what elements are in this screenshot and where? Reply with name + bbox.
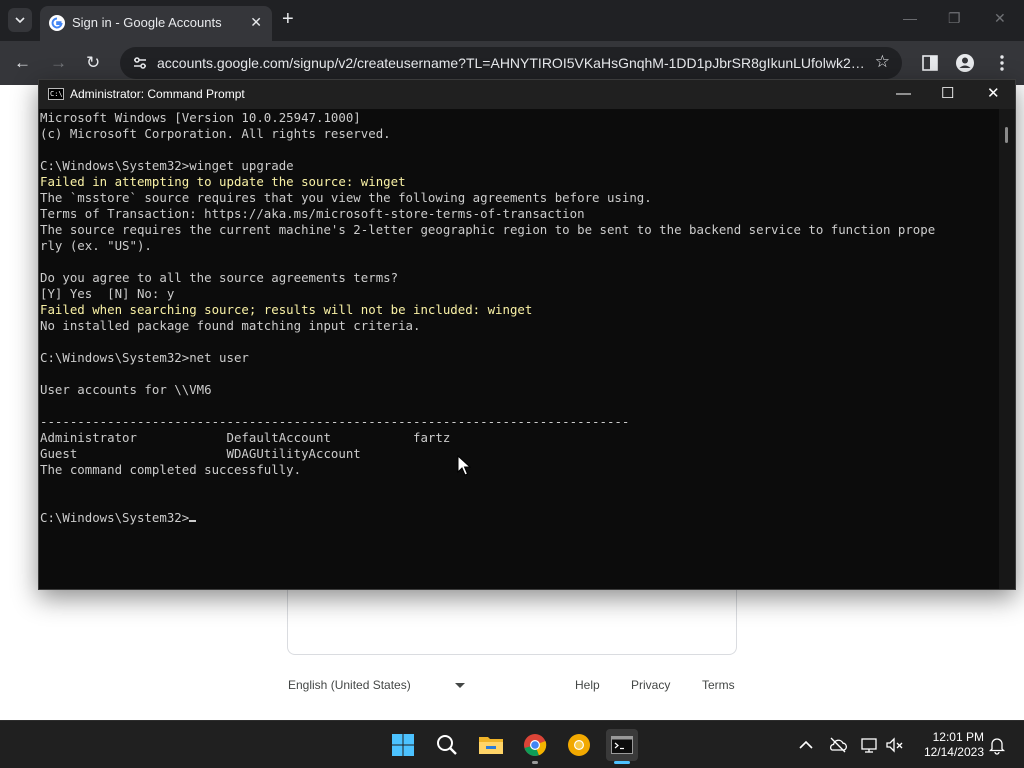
- cmd-scrollbar-thumb[interactable]: [1005, 127, 1008, 143]
- network-icon[interactable]: [860, 735, 880, 755]
- terminal-prompt-line[interactable]: C:\Windows\System32>: [40, 510, 999, 526]
- terminal-line: C:\Windows\System32>winget upgrade: [40, 158, 294, 173]
- reload-button[interactable]: ↻: [86, 53, 100, 73]
- taskbar-file-explorer[interactable]: [475, 729, 507, 761]
- terminal-line: [Y] Yes [N] No: y: [40, 286, 175, 301]
- cmd-titlebar[interactable]: C:\ Administrator: Command Prompt — ☐ ✕: [39, 80, 1015, 109]
- privacy-link[interactable]: Privacy: [631, 678, 670, 692]
- close-window-icon[interactable]: ✕: [994, 10, 1006, 27]
- terminal-line: The source requires the current machine'…: [40, 222, 936, 237]
- notification-bell-icon[interactable]: [987, 735, 1007, 755]
- chrome-icon: [524, 734, 547, 757]
- bookmark-star-icon[interactable]: ☆: [875, 52, 890, 72]
- tab-close-icon[interactable]: ✕: [250, 14, 262, 31]
- file-explorer-icon: [479, 737, 503, 754]
- taskbar-chrome-canary[interactable]: [563, 729, 595, 761]
- terminal-line: Failed in attempting to update the sourc…: [40, 174, 406, 189]
- start-icon: [392, 734, 414, 756]
- terminal-line: (c) Microsoft Corporation. All rights re…: [40, 126, 391, 141]
- language-selector[interactable]: English (United States): [288, 678, 411, 692]
- taskbar-chrome[interactable]: [519, 729, 551, 764]
- browser-tabstrip: Sign in - Google Accounts ✕ + — ❐ ✕: [0, 0, 1024, 41]
- terms-link[interactable]: Terms: [702, 678, 735, 692]
- chrome-canary-icon: [568, 734, 590, 756]
- google-favicon-icon: [49, 15, 65, 31]
- chevron-down-icon: [15, 17, 25, 23]
- browser-tab[interactable]: Sign in - Google Accounts ✕: [40, 6, 272, 41]
- volume-muted-icon[interactable]: [885, 735, 905, 755]
- terminal-line: User accounts for \\VM6: [40, 382, 212, 397]
- terminal-line: Administrator DefaultAccount fartz: [40, 430, 451, 445]
- tab-search-button[interactable]: [8, 8, 32, 32]
- terminal-line: Guest WDAGUtilityAccount: [40, 446, 361, 461]
- cmd-maximize-icon[interactable]: ☐: [941, 85, 954, 102]
- minimize-icon[interactable]: —: [903, 10, 917, 26]
- taskbar-terminal[interactable]: [606, 729, 638, 764]
- back-button[interactable]: ←: [14, 53, 31, 73]
- restore-icon[interactable]: ❐: [948, 10, 961, 27]
- command-prompt-window[interactable]: C:\ Administrator: Command Prompt — ☐ ✕ …: [38, 79, 1016, 590]
- terminal-line: Microsoft Windows [Version 10.0.25947.10…: [40, 110, 361, 125]
- tab-title: Sign in - Google Accounts: [72, 15, 222, 30]
- terminal-line: The `msstore` source requires that you v…: [40, 190, 652, 205]
- text-cursor: [189, 520, 197, 522]
- terminal-output[interactable]: Microsoft Windows [Version 10.0.25947.10…: [39, 109, 999, 589]
- terminal-line: The command completed successfully.: [40, 462, 302, 477]
- caret-down-icon[interactable]: [455, 683, 465, 688]
- terminal-line: No installed package found matching inpu…: [40, 318, 421, 333]
- cmd-app-icon: C:\: [48, 88, 64, 100]
- chrome-running-indicator: [532, 761, 538, 764]
- chevron-up-icon[interactable]: [796, 735, 816, 755]
- cmd-scrollbar[interactable]: [999, 109, 1015, 589]
- terminal-line: rly (ex. "US").: [40, 238, 152, 253]
- taskbar-clock[interactable]: 12:01 PM 12/14/2023: [912, 730, 984, 760]
- side-panel-icon[interactable]: [919, 52, 941, 74]
- terminal-line: Terms of Transaction: https://aka.ms/mic…: [40, 206, 585, 221]
- address-bar[interactable]: accounts.google.com/signup/v2/createuser…: [120, 47, 902, 79]
- menu-kebab-icon[interactable]: [991, 52, 1013, 74]
- clock-date: 12/14/2023: [923, 745, 984, 759]
- terminal-icon: [611, 736, 633, 754]
- terminal-line: ----------------------------------------…: [40, 414, 630, 429]
- terminal-line: Failed when searching source; results wi…: [40, 302, 533, 317]
- start-button[interactable]: [387, 729, 419, 761]
- terminal-line: C:\Windows\System32>net user: [40, 350, 249, 365]
- terminal-line: Do you agree to all the source agreement…: [40, 270, 399, 285]
- search-icon: [437, 735, 457, 755]
- mouse-cursor-icon: [457, 455, 471, 476]
- url-text: accounts.google.com/signup/v2/createuser…: [157, 55, 867, 71]
- terminal-active-indicator: [614, 761, 630, 764]
- site-info-icon[interactable]: [132, 55, 148, 71]
- profile-icon[interactable]: [954, 52, 976, 74]
- cmd-window-title: Administrator: Command Prompt: [70, 87, 245, 101]
- clock-time: 12:01 PM: [932, 730, 984, 744]
- windows-taskbar: 12:01 PM 12/14/2023: [0, 720, 1024, 768]
- forward-button[interactable]: →: [50, 53, 67, 73]
- help-link[interactable]: Help: [575, 678, 600, 692]
- onedrive-icon[interactable]: [828, 735, 848, 755]
- terminal-prompt: C:\Windows\System32>: [40, 510, 190, 525]
- taskbar-search-button[interactable]: [431, 729, 463, 761]
- cmd-minimize-icon[interactable]: —: [896, 85, 911, 102]
- cmd-close-icon[interactable]: ✕: [987, 85, 1000, 102]
- new-tab-button[interactable]: +: [282, 9, 294, 29]
